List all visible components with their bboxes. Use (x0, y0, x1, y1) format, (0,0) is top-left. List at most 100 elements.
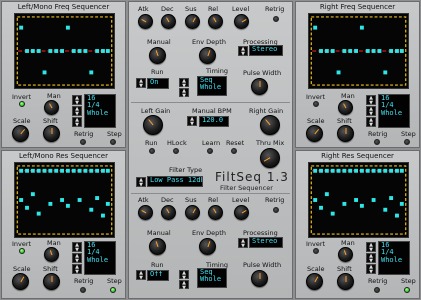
sustain-knob[interactable] (185, 14, 200, 29)
up-down-arrows-icon[interactable]: ▲ ▼ (72, 264, 82, 275)
shift-knob[interactable] (337, 273, 354, 290)
run-led[interactable] (149, 148, 155, 154)
shift-knob[interactable] (43, 273, 60, 290)
up-down-arrows-icon[interactable]: ▲ ▼ (238, 46, 248, 57)
level-label: Level (232, 196, 250, 204)
right-gain-knob[interactable] (260, 115, 280, 135)
man-knob[interactable] (338, 100, 353, 115)
up-down-arrows-icon[interactable]: ▲ ▼ (72, 242, 82, 253)
attack-knob[interactable] (138, 14, 153, 29)
processing-lcd: Stereo (249, 237, 283, 248)
divider (131, 193, 290, 194)
env-depth-knob[interactable] (199, 47, 216, 64)
up-down-arrows-icon[interactable]: ▲ ▼ (366, 95, 376, 106)
panel-title: Right Res Sequencer (321, 152, 394, 160)
scale-knob[interactable] (12, 273, 29, 290)
shift-knob[interactable] (337, 125, 354, 142)
up-down-arrows-icon[interactable]: ▲ ▼ (72, 117, 82, 128)
learn-led[interactable] (207, 148, 213, 154)
up-down-arrows-icon[interactable]: ▲ ▼ (366, 117, 376, 128)
decay-knob[interactable] (161, 14, 176, 29)
level-knob[interactable] (234, 14, 249, 29)
up-down-arrows-icon[interactable]: ▲ ▼ (366, 242, 376, 253)
retrig-led[interactable] (273, 16, 279, 22)
up-down-arrows-icon[interactable]: ▲ ▼ (179, 270, 189, 281)
freq-step-display[interactable] (14, 13, 115, 89)
freq-step-display[interactable] (308, 13, 409, 89)
length-value: Whole (381, 255, 403, 264)
up-down-arrows-icon[interactable]: ▲ ▼ (136, 270, 146, 281)
up-down-arrows-icon[interactable]: ▲ ▼ (72, 106, 82, 117)
shift-label: Shift (43, 265, 58, 273)
step-led (404, 287, 410, 293)
invert-led[interactable] (19, 101, 25, 107)
decay-knob[interactable] (161, 205, 176, 220)
up-down-arrows-icon[interactable]: ▲ ▼ (179, 78, 189, 89)
left-gain-knob[interactable] (143, 115, 163, 135)
release-knob[interactable] (208, 14, 223, 29)
right-gain-label: Right Gain (249, 107, 284, 115)
invert-label: Invert (306, 93, 326, 101)
level-label: Level (232, 5, 250, 13)
filter-type-label: Filter Type (169, 166, 203, 174)
dec-label: Dec (161, 5, 174, 13)
man-label: Man (47, 239, 61, 247)
scale-knob[interactable] (306, 125, 323, 142)
level-knob[interactable] (234, 205, 249, 220)
up-down-arrows-icon[interactable]: ▲ ▼ (179, 280, 189, 291)
scale-knob[interactable] (12, 125, 29, 142)
up-down-arrows-icon[interactable]: ▲ ▼ (136, 177, 146, 188)
up-down-arrows-icon[interactable]: ▲ ▼ (366, 106, 376, 117)
sustain-knob[interactable] (185, 205, 200, 220)
man-knob[interactable] (44, 247, 59, 262)
up-down-arrows-icon[interactable]: ▲ ▼ (238, 238, 248, 249)
invert-led[interactable] (19, 248, 25, 254)
scale-label: Scale (307, 117, 325, 125)
retrig-led[interactable] (374, 287, 380, 293)
thru-mix-knob[interactable] (260, 148, 280, 168)
manual-knob[interactable] (149, 47, 166, 64)
up-down-arrows-icon[interactable]: ▲ ▼ (72, 95, 82, 106)
invert-led[interactable] (313, 101, 319, 107)
step-settings-lcd: 16 1/4 Whole (84, 241, 116, 275)
timing-lcd: Seq Whole (197, 268, 227, 288)
step-label: Step (107, 130, 122, 138)
retrig-led[interactable] (80, 287, 86, 293)
res-step-display[interactable] (308, 162, 409, 238)
step-label: Step (401, 277, 416, 285)
learn-label: Learn (202, 139, 221, 147)
up-down-arrows-icon[interactable]: ▲ ▼ (366, 264, 376, 275)
hlock-led[interactable] (173, 148, 179, 154)
retrig-led[interactable] (80, 139, 86, 145)
manual-knob[interactable] (149, 238, 166, 255)
attack-knob[interactable] (138, 205, 153, 220)
release-knob[interactable] (208, 205, 223, 220)
man-label: Man (341, 92, 355, 100)
man-knob[interactable] (44, 100, 59, 115)
res-step-display[interactable] (14, 162, 115, 238)
retrig-led[interactable] (273, 207, 279, 213)
atk-label: Atk (138, 5, 149, 13)
reset-led[interactable] (231, 148, 237, 154)
up-down-arrows-icon[interactable]: ▲ ▼ (187, 116, 197, 127)
man-label: Man (47, 92, 61, 100)
retrig-label: Retrig (368, 130, 388, 138)
retrig-led[interactable] (374, 139, 380, 145)
env-depth-knob[interactable] (199, 238, 216, 255)
env-depth-label: Env Depth (192, 229, 226, 237)
pulse-width-knob[interactable] (251, 78, 268, 95)
up-down-arrows-icon[interactable]: ▲ ▼ (179, 88, 189, 99)
step-led (404, 139, 410, 145)
man-knob[interactable] (338, 247, 353, 262)
shift-knob[interactable] (43, 125, 60, 142)
plugin-subtitle: Filter Sequencer (220, 184, 273, 192)
run-label: Run (151, 68, 164, 76)
length-value: Whole (87, 108, 109, 117)
invert-led[interactable] (313, 248, 319, 254)
up-down-arrows-icon[interactable]: ▲ ▼ (136, 78, 146, 89)
rel-label: Rel (208, 5, 219, 13)
up-down-arrows-icon[interactable]: ▲ ▼ (366, 253, 376, 264)
scale-knob[interactable] (306, 273, 323, 290)
up-down-arrows-icon[interactable]: ▲ ▼ (72, 253, 82, 264)
pulse-width-knob[interactable] (251, 270, 268, 287)
